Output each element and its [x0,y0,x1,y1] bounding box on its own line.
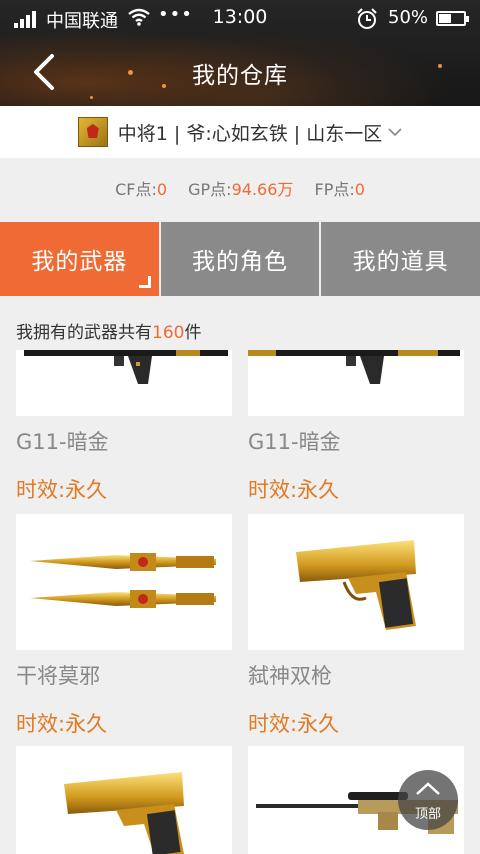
battery-icon [436,11,469,26]
cf-points: CF点:0 [115,180,168,199]
gold-pistol-icon [64,772,184,854]
weapon-name: 弑神双枪 [248,664,332,688]
tab-bar: 我的武器 我的角色 我的道具 [0,222,480,296]
chevron-up-icon [416,782,440,795]
nav-bar: 我的仓库 [0,38,480,106]
points-summary: CF点:0 GP点:94.66万 FP点:0 [0,176,480,200]
tab-weapons[interactable]: 我的武器 [0,222,159,296]
weapon-image [248,350,464,416]
weapon-image [16,514,232,650]
rifle-icon [24,350,228,384]
weapon-name: 干将莫邪 [16,664,100,688]
weapon-name: G11-暗金 [16,430,109,454]
weapon-image [16,350,232,416]
header: 中国联通 ••• 13:00 50% 我的仓库 [0,0,480,106]
tab-characters[interactable]: 我的角色 [160,222,320,296]
weapon-count: 我拥有的武器共有160件 [16,323,202,343]
weapon-duration: 时效:永久 [16,712,108,736]
account-selector[interactable]: 中将1 | 爷:心如玄铁 | 山东一区 [0,106,480,158]
chevron-down-icon [388,128,402,137]
weapon-card[interactable]: 干将莫邪 时效:永久 [16,514,232,738]
weapon-card[interactable]: G11-暗金 时效:永久 [248,350,464,504]
gold-pistol-icon [296,540,416,630]
weapon-image [248,514,464,650]
back-to-top-button[interactable]: 顶部 [398,770,458,830]
weapon-name: G11-暗金 [248,430,341,454]
account-info: 中将1 | 爷:心如玄铁 | 山东一区 [117,122,383,145]
battery-percent: 50% [388,7,429,28]
weapon-duration: 时效:永久 [16,478,108,502]
selected-corner-icon [138,276,151,288]
weapon-duration: 时效:永久 [248,478,340,502]
alarm-icon [357,8,377,29]
rifle-icon [248,350,460,384]
gp-points: GP点:94.66万 [188,180,294,199]
weapon-card[interactable]: G11-暗金 时效:永久 [16,350,232,504]
fp-points: FP点:0 [314,180,365,199]
page-title: 我的仓库 [192,63,288,89]
weapon-image [16,746,232,854]
weapon-card[interactable] [16,746,232,854]
tab-items[interactable]: 我的道具 [321,222,480,296]
rank-badge-icon [77,117,108,147]
twin-blades-icon [30,553,216,608]
weapon-card[interactable]: 弑神双枪 时效:永久 [248,514,464,738]
status-bar: 中国联通 ••• 13:00 50% [0,0,480,38]
back-to-top-label: 顶部 [414,807,441,822]
weapon-duration: 时效:永久 [248,712,340,736]
